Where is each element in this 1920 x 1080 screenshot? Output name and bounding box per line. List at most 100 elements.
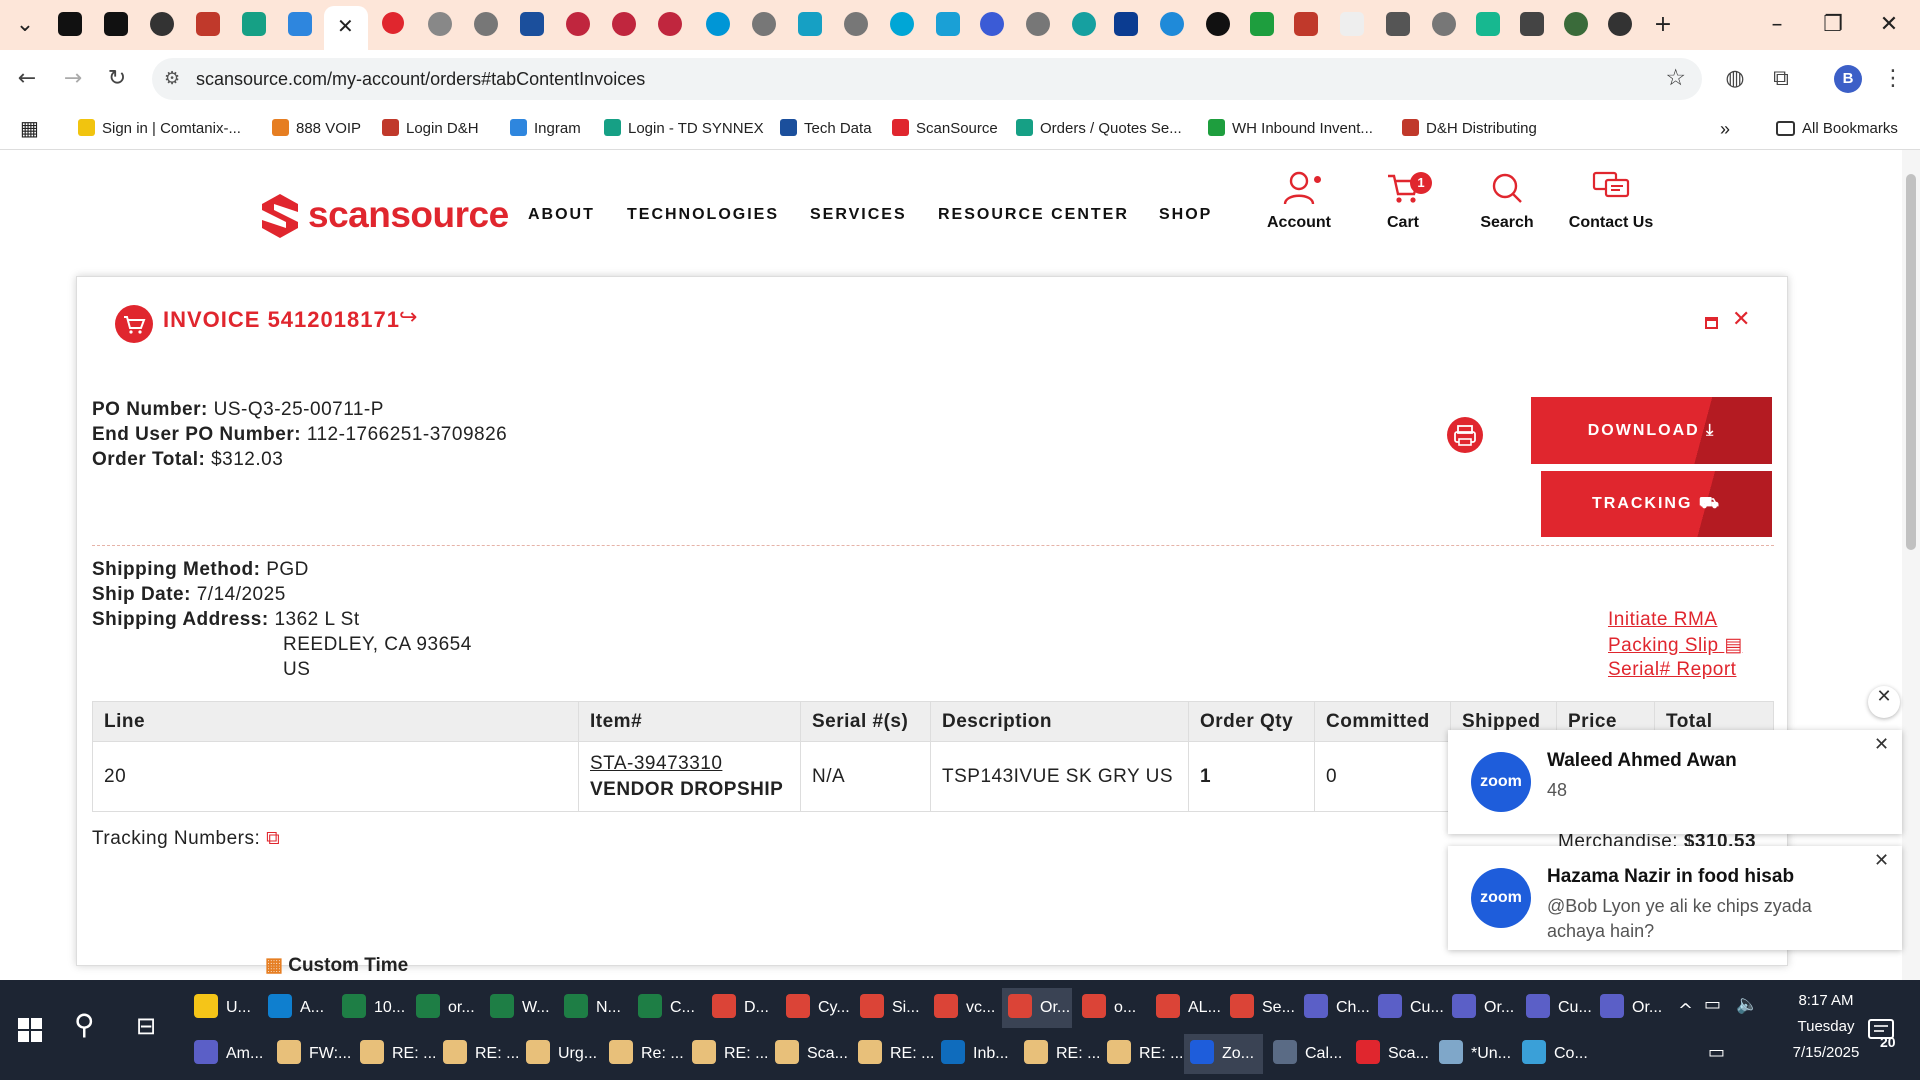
taskbar-app-button[interactable]: o... [1076, 988, 1146, 1028]
tab-generic-icon[interactable] [752, 12, 776, 36]
taskbar-app-button[interactable]: RE: ... [354, 1034, 436, 1074]
page-scrollbar[interactable] [1902, 150, 1920, 980]
nav-technologies[interactable]: TECHNOLOGIES [627, 206, 779, 224]
taskbar-app-button[interactable]: *Un... [1433, 1034, 1512, 1074]
contact-link[interactable]: Contact Us [1556, 170, 1666, 232]
bookmark-item[interactable]: Sign in | Comtanix-... [78, 118, 241, 140]
tab-generic-icon[interactable] [1520, 12, 1544, 36]
serial-report-link[interactable]: Serial# Report [1608, 659, 1736, 681]
taskbar-app-button[interactable]: Or... [1002, 988, 1072, 1028]
bookmark-item[interactable]: Login - TD SYNNEX [604, 118, 764, 140]
show-hidden-icons-chevron[interactable]: ^ [1678, 1000, 1693, 1021]
reload-icon[interactable]: ↻ [102, 64, 132, 94]
task-view-icon[interactable]: ⊟ [136, 1012, 156, 1040]
apps-grid-icon[interactable]: ▦ [20, 118, 39, 140]
bookmark-item[interactable]: Login D&H [382, 118, 479, 140]
nav-shop[interactable]: SHOP [1159, 206, 1212, 224]
external-link-icon[interactable]: ⧉ [266, 828, 280, 849]
back-arrow-icon[interactable]: ← [12, 64, 42, 94]
taskbar-app-button[interactable]: Inb... [935, 1034, 1014, 1074]
active-tab[interactable]: ✕ [324, 6, 368, 50]
search-icon[interactable]: ⚲ [74, 1008, 95, 1041]
tab-generic-icon[interactable] [1026, 12, 1050, 36]
tab-generic-icon[interactable] [844, 12, 868, 36]
download-button[interactable]: DOWNLOAD ⤓ [1531, 397, 1772, 464]
tab-dh-icon[interactable] [1294, 12, 1318, 36]
tab-generic-icon[interactable] [1564, 12, 1588, 36]
dismiss-all-notifications-button[interactable]: ✕ [1868, 686, 1900, 718]
new-tab-plus-icon[interactable]: + [1648, 10, 1678, 40]
tab-ingram-icon[interactable] [288, 12, 312, 36]
tab-generic-icon[interactable] [890, 12, 914, 36]
taskbar-app-button[interactable]: RE: ... [686, 1034, 768, 1074]
tab-sheets-icon[interactable] [1250, 12, 1274, 36]
taskbar-app-button[interactable]: vc... [928, 988, 998, 1028]
taskbar-app-button[interactable]: Si... [854, 988, 924, 1028]
share-arrow-icon[interactable]: ↪ [399, 305, 417, 330]
tab-generic-icon[interactable] [1340, 12, 1364, 36]
tab-generic-icon[interactable] [1114, 12, 1138, 36]
taskbar-app-button[interactable]: RE: ... [852, 1034, 934, 1074]
tab-generic-icon[interactable] [980, 12, 1004, 36]
tab-generic-icon[interactable] [1476, 12, 1500, 36]
account-link[interactable]: Account [1244, 170, 1354, 232]
volume-icon[interactable]: 🔈 [1736, 994, 1758, 1015]
close-icon[interactable]: ✕ [1732, 307, 1750, 332]
maximize-icon[interactable] [1705, 317, 1718, 329]
tab-hp-icon[interactable] [706, 12, 730, 36]
initiate-rma-link[interactable]: Initiate RMA [1608, 609, 1717, 631]
taskbar-app-button[interactable]: C... [632, 988, 702, 1028]
bookmark-item[interactable]: Orders / Quotes Se... [1016, 118, 1182, 140]
col-item[interactable]: Item# [578, 701, 801, 742]
tab-search-chevron-icon[interactable]: ⌄ [10, 10, 40, 40]
taskbar-app-button[interactable]: RE: ... [437, 1034, 519, 1074]
scrollbar-thumb[interactable] [1906, 174, 1916, 550]
taskbar-app-button[interactable]: 10... [336, 988, 406, 1028]
taskbar-app-button[interactable]: Cu... [1520, 988, 1592, 1028]
forward-arrow-icon[interactable]: → [58, 64, 88, 94]
bookmark-item[interactable]: Ingram [510, 118, 581, 140]
tab-amazon-seller-icon[interactable] [150, 12, 174, 36]
taskbar-app-button[interactable]: Cal... [1267, 1034, 1346, 1074]
nav-resource-center[interactable]: RESOURCE CENTER [938, 206, 1129, 224]
restore-window-icon[interactable]: ❐ [1818, 10, 1848, 40]
packing-slip-link[interactable]: Packing Slip ▤ [1608, 634, 1743, 657]
minimize-window-icon[interactable]: – [1762, 10, 1792, 40]
col-committed[interactable]: Committed [1314, 701, 1451, 742]
nav-services[interactable]: SERVICES [810, 206, 907, 224]
cart-link[interactable]: 1 Cart [1348, 170, 1458, 232]
tracking-button[interactable]: TRACKING ⛟ [1541, 471, 1772, 537]
taskbar-app-button[interactable]: Or... [1446, 988, 1516, 1028]
more-bookmarks-chevron-icon[interactable]: » [1720, 118, 1730, 140]
bookmark-item[interactable]: WH Inbound Invent... [1208, 118, 1373, 140]
tab-generic-icon[interactable] [936, 12, 960, 36]
taskbar-app-button[interactable]: Am... [188, 1034, 267, 1074]
taskbar-app-button[interactable]: U... [188, 988, 258, 1028]
tab-tdsynnex-icon[interactable] [242, 12, 266, 36]
tab-lg-icon[interactable] [658, 12, 682, 36]
item-number-link[interactable]: STA-39473310 [590, 753, 789, 775]
tab-generic-icon[interactable] [1160, 12, 1184, 36]
tab-amazon-icon[interactable] [104, 12, 128, 36]
translate-icon[interactable]: ◍ [1720, 64, 1750, 94]
url-text[interactable]: scansource.com/my-account/orders#tabCont… [196, 69, 645, 90]
tab-lg-icon[interactable] [612, 12, 636, 36]
taskbar-app-button[interactable]: D... [706, 988, 776, 1028]
site-settings-icon[interactable]: ⚙ [164, 68, 180, 89]
bookmark-item[interactable]: ScanSource [892, 118, 998, 140]
taskbar-app-button[interactable]: or... [410, 988, 480, 1028]
col-serial[interactable]: Serial #(s) [800, 701, 931, 742]
network-icon[interactable]: ▭ [1708, 1042, 1725, 1063]
tab-generic-icon[interactable] [1608, 12, 1632, 36]
zoom-notification[interactable]: zoom Waleed Ahmed Awan 48 ✕ [1448, 730, 1902, 834]
extensions-puzzle-icon[interactable]: ⧉ [1766, 64, 1796, 94]
print-icon[interactable] [1447, 417, 1483, 453]
taskbar-app-button[interactable]: Sca... [1350, 1034, 1429, 1074]
tab-close-icon[interactable]: ✕ [337, 14, 354, 38]
bookmark-item[interactable]: D&H Distributing [1402, 118, 1537, 140]
tab-generic-icon[interactable] [1386, 12, 1410, 36]
bookmark-item[interactable]: Tech Data [780, 118, 872, 140]
tab-generic-icon[interactable] [1432, 12, 1456, 36]
taskbar-app-button[interactable]: RE: ... [1101, 1034, 1183, 1074]
taskbar-app-button[interactable]: N... [558, 988, 628, 1028]
